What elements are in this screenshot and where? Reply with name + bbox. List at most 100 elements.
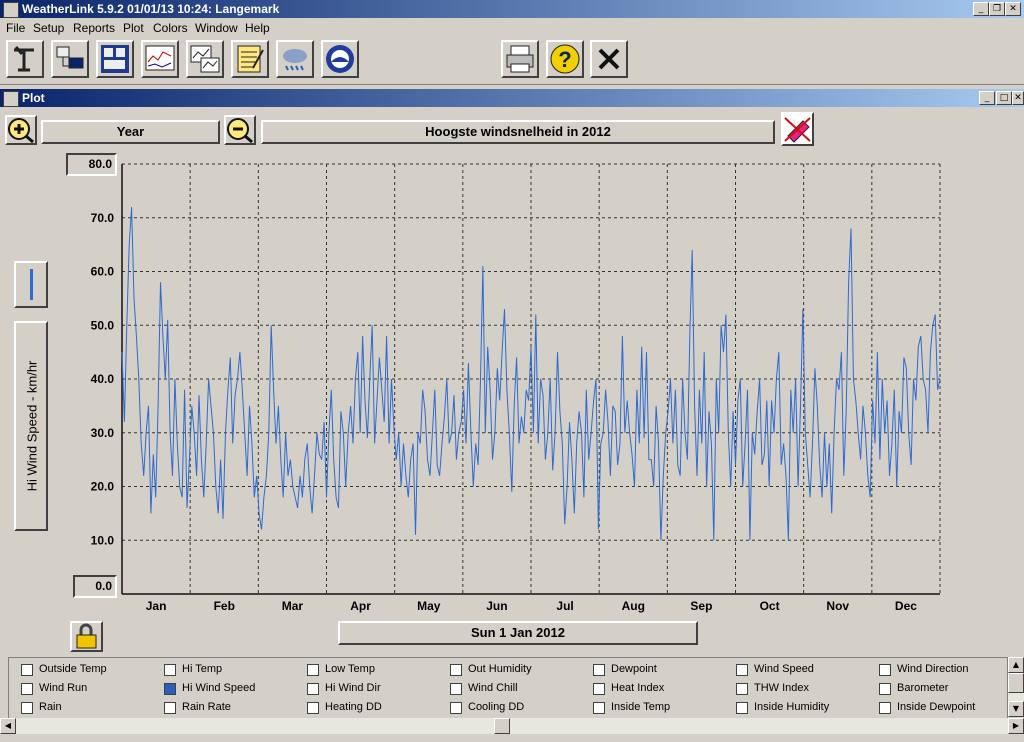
scroll-left-arrow[interactable]: ◀ bbox=[0, 718, 16, 734]
bulletin-icon bbox=[101, 45, 129, 73]
plot-maximize-button[interactable]: □ bbox=[996, 91, 1012, 105]
series-checkbox-label[interactable]: Hi Wind Speed bbox=[182, 682, 255, 694]
series-checkbox-label[interactable]: Wind Run bbox=[39, 682, 87, 694]
weather-button[interactable] bbox=[276, 40, 314, 78]
svg-text:?: ? bbox=[558, 47, 571, 72]
x-tick-label: Aug bbox=[622, 599, 645, 613]
series-checkbox-label[interactable]: Wind Direction bbox=[897, 663, 969, 675]
download-icon bbox=[56, 46, 84, 69]
x-tick-label: Nov bbox=[826, 599, 849, 613]
series-checkbox-label[interactable]: Hi Wind Dir bbox=[325, 682, 381, 694]
strip-chart-button[interactable] bbox=[141, 40, 179, 78]
notepad-icon bbox=[237, 45, 264, 73]
series-checkbox[interactable] bbox=[736, 683, 748, 695]
menu-plot[interactable]: Plot bbox=[123, 21, 144, 35]
menu-reports[interactable]: Reports bbox=[73, 21, 115, 35]
series-checkbox[interactable] bbox=[593, 702, 605, 714]
app-title-bar[interactable]: WeatherLink 5.9.2 01/01/13 10:24: Langem… bbox=[0, 0, 1024, 18]
station-icon bbox=[14, 46, 34, 72]
menu-colors[interactable]: Colors bbox=[153, 21, 188, 35]
x-tick-label: Jun bbox=[486, 599, 507, 613]
y-max-field[interactable]: 80.0 bbox=[66, 153, 117, 176]
series-checkbox-label[interactable]: Heating DD bbox=[325, 701, 382, 713]
series-checkbox-label[interactable]: Outside Temp bbox=[39, 663, 107, 675]
series-checkbox-label[interactable]: Rain Rate bbox=[182, 701, 231, 713]
plot-close-button[interactable]: ✕ bbox=[1012, 91, 1024, 105]
zoom-out-button[interactable] bbox=[224, 115, 256, 145]
series-checkbox-label[interactable]: Inside Temp bbox=[611, 701, 670, 713]
y-axis-label-button[interactable]: Hi Wind Speed - km/hr bbox=[14, 321, 48, 531]
series-checkbox-label[interactable]: Rain bbox=[39, 701, 62, 713]
series-checkbox[interactable] bbox=[21, 664, 33, 676]
x-tick-label: May bbox=[417, 599, 441, 613]
scroll-right-arrow[interactable]: ▶ bbox=[1008, 718, 1024, 734]
menu-file[interactable]: File bbox=[6, 21, 25, 35]
series-checkbox[interactable] bbox=[879, 683, 891, 695]
restore-button[interactable]: ❐ bbox=[989, 2, 1005, 16]
series-checkbox[interactable] bbox=[593, 683, 605, 695]
plot-button[interactable] bbox=[186, 40, 224, 78]
series-checkbox-label[interactable]: Wind Chill bbox=[468, 682, 518, 694]
lock-button[interactable] bbox=[70, 621, 103, 652]
menu-window[interactable]: Window bbox=[195, 21, 238, 35]
series-checkbox-label[interactable]: Low Temp bbox=[325, 663, 375, 675]
date-button[interactable]: Sun 1 Jan 2012 bbox=[338, 621, 698, 645]
y-tick-label: 30.0 bbox=[91, 426, 115, 440]
series-checkbox-label[interactable]: Dewpoint bbox=[611, 663, 657, 675]
noaa-button[interactable] bbox=[321, 40, 359, 78]
menu-setup[interactable]: Setup bbox=[33, 21, 64, 35]
close-tool-button[interactable] bbox=[590, 40, 628, 78]
line-style-button[interactable] bbox=[14, 261, 48, 308]
scroll-up-arrow[interactable]: ▲ bbox=[1008, 657, 1024, 673]
menu-help[interactable]: Help bbox=[245, 21, 270, 35]
horizontal-scrollbar[interactable]: ◀ ▶ bbox=[0, 718, 1024, 734]
chart-title-field[interactable]: Hoogste windsnelheid in 2012 bbox=[261, 120, 775, 144]
scroll-thumb-v[interactable] bbox=[1008, 673, 1024, 693]
vertical-scrollbar[interactable]: ▲ ▼ bbox=[1008, 657, 1024, 717]
plot-title-bar[interactable]: Plot _ □ ✕ bbox=[0, 89, 1024, 107]
series-checkbox[interactable] bbox=[164, 702, 176, 714]
series-checkbox[interactable] bbox=[450, 702, 462, 714]
series-checkbox-label[interactable]: Heat Index bbox=[611, 682, 664, 694]
series-checkbox[interactable] bbox=[450, 664, 462, 676]
station-button[interactable] bbox=[6, 40, 44, 78]
plot-window-icon[interactable] bbox=[3, 91, 19, 107]
series-checkbox[interactable] bbox=[307, 702, 319, 714]
series-checkbox[interactable] bbox=[879, 664, 891, 676]
minimize-button[interactable]: _ bbox=[973, 2, 989, 16]
series-checkbox[interactable] bbox=[593, 664, 605, 676]
zoom-in-button[interactable] bbox=[5, 115, 37, 145]
scroll-thumb-h[interactable] bbox=[494, 718, 510, 734]
span-year-button[interactable]: Year bbox=[41, 120, 220, 144]
help-button[interactable]: ? bbox=[546, 40, 584, 78]
series-checkbox-label[interactable]: Inside Dewpoint bbox=[897, 701, 975, 713]
series-checkbox-label[interactable]: Barometer bbox=[897, 682, 948, 694]
series-checkbox-label[interactable]: Inside Humidity bbox=[754, 701, 829, 713]
series-checkbox[interactable] bbox=[21, 702, 33, 714]
close-app-button[interactable]: ✕ bbox=[1005, 2, 1021, 16]
plot-minimize-button[interactable]: _ bbox=[979, 91, 995, 105]
series-checkbox[interactable] bbox=[164, 683, 176, 695]
series-checkbox[interactable] bbox=[450, 683, 462, 695]
series-checkbox[interactable] bbox=[164, 664, 176, 676]
notepad-button[interactable] bbox=[231, 40, 269, 78]
scroll-down-arrow[interactable]: ▼ bbox=[1008, 701, 1024, 717]
zoom-out-icon bbox=[227, 118, 253, 144]
series-checkbox[interactable] bbox=[879, 702, 891, 714]
series-checkbox[interactable] bbox=[21, 683, 33, 695]
series-checkbox[interactable] bbox=[307, 683, 319, 695]
app-icon[interactable] bbox=[3, 2, 19, 18]
bulletin-button[interactable] bbox=[96, 40, 134, 78]
series-checkbox-label[interactable]: Wind Speed bbox=[754, 663, 814, 675]
clear-plot-button[interactable] bbox=[781, 112, 814, 146]
series-checkbox[interactable] bbox=[736, 702, 748, 714]
series-checkbox-label[interactable]: Hi Temp bbox=[182, 663, 222, 675]
series-checkbox-label[interactable]: THW Index bbox=[754, 682, 809, 694]
y-min-field[interactable]: 0.0 bbox=[73, 575, 117, 598]
series-checkbox-label[interactable]: Cooling DD bbox=[468, 701, 524, 713]
print-button[interactable] bbox=[501, 40, 539, 78]
series-checkbox-label[interactable]: Out Humidity bbox=[468, 663, 532, 675]
download-button[interactable] bbox=[51, 40, 89, 78]
series-checkbox[interactable] bbox=[736, 664, 748, 676]
series-checkbox[interactable] bbox=[307, 664, 319, 676]
